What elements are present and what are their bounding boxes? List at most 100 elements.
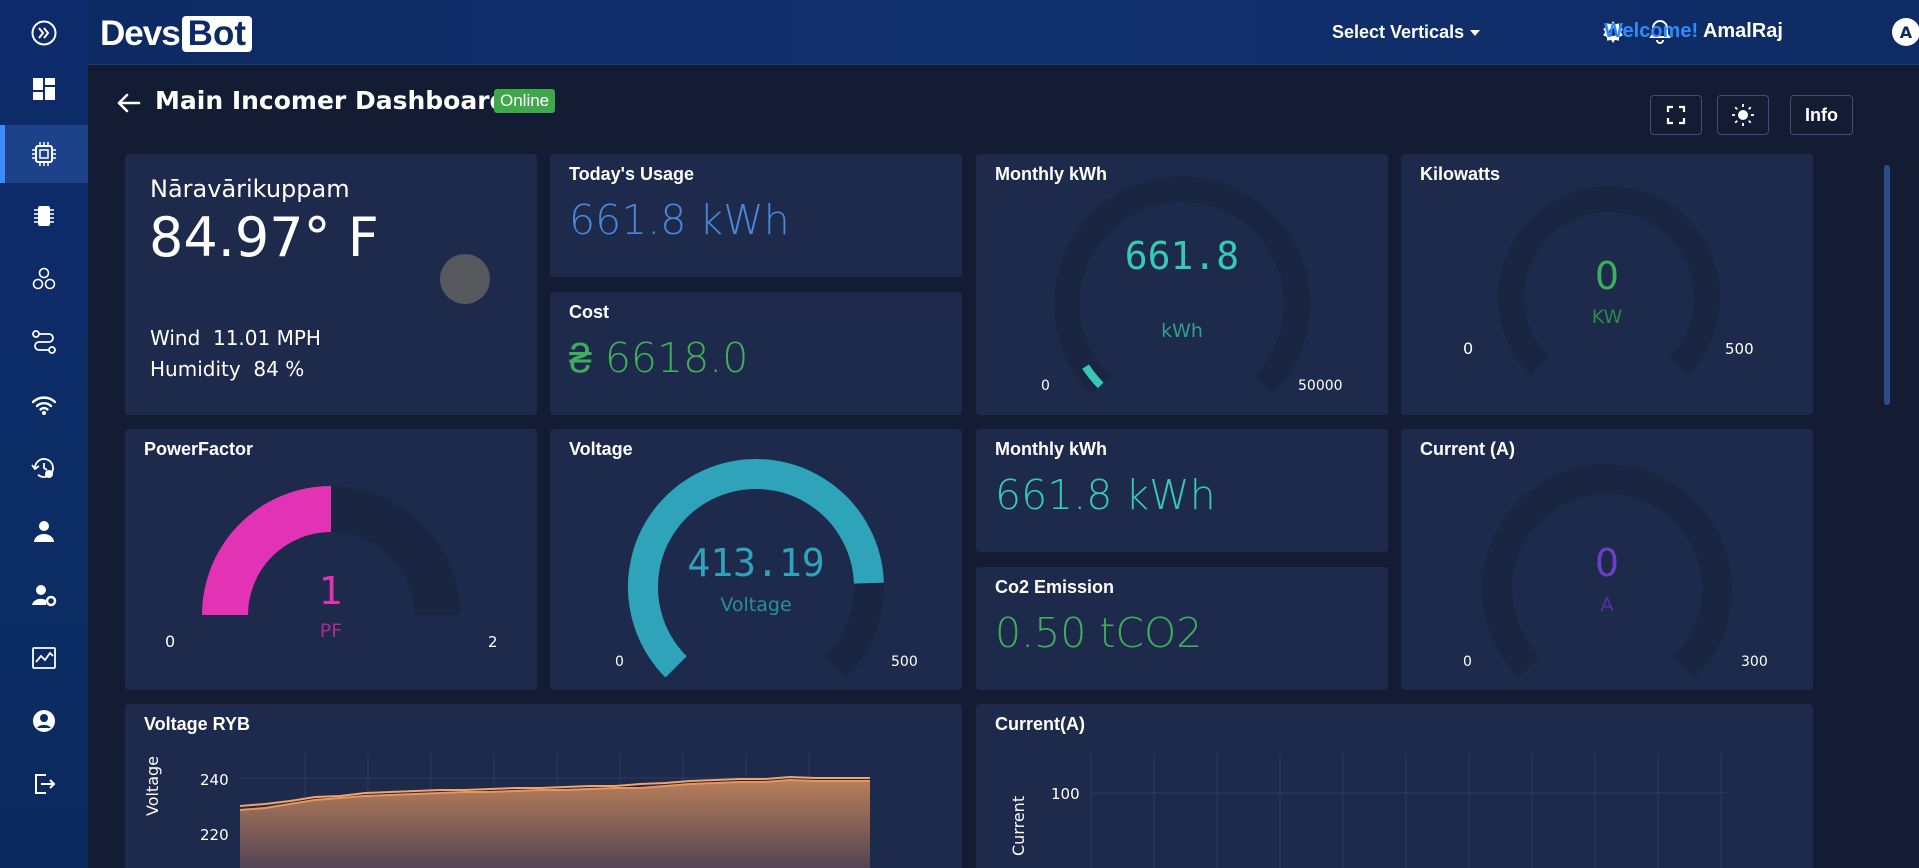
current-gauge-min: 0 [1463, 654, 1472, 670]
wifi-icon [31, 396, 57, 415]
monthly-gauge-max: 50000 [1298, 378, 1343, 394]
sidebar-item-history[interactable] [0, 443, 88, 493]
monthly-gauge-track [1054, 176, 1310, 395]
cost-card: Cost ₴ 6618.0 [550, 292, 962, 415]
wind-label: Wind [150, 326, 201, 350]
dashboard-icon [33, 78, 55, 100]
page-title: Main Incomer Dashboard [155, 86, 508, 115]
welcome-user: Welcome! AmalRaj [1604, 20, 1783, 43]
current-chart-card: Current(A) Current 100 [976, 704, 1813, 868]
sidebar-item-connectivity[interactable] [0, 380, 88, 430]
current-chart-grid [1090, 754, 1726, 868]
memory-icon [34, 206, 54, 226]
fullscreen-button[interactable] [1650, 95, 1702, 135]
chip-icon [32, 142, 56, 166]
monthly-kwh-card: Monthly kWh 661.8 kWh [976, 429, 1388, 552]
monthly-kwh-gauge-card: Monthly kWh 661.8 kWh 0 50000 [976, 154, 1388, 415]
user-name: AmalRaj [1702, 20, 1783, 42]
logo-text-part1: Devs [100, 14, 181, 53]
powerfactor-gauge-unit: PF [319, 620, 343, 642]
caret-down-icon [1470, 30, 1481, 37]
co2-emission-card: Co2 Emission 0.50 tCO2 [976, 567, 1388, 690]
chart-line-icon [32, 647, 56, 669]
current-gauge-card: Current (A) 0 A 0 300 [1401, 429, 1813, 690]
weather-condition-icon [440, 254, 490, 304]
logout-icon [35, 774, 56, 794]
account-circle-icon [33, 710, 55, 732]
weather-temperature: 84.97° F [149, 206, 379, 269]
weather-card: Nāravārikuppam 84.97° F Wind 11.01 MPH H… [125, 154, 537, 415]
cost-value: ₴ 6618.0 [569, 334, 749, 382]
monthly-kwh-value: 661.8 kWh [995, 471, 1216, 519]
co2-title: Co2 Emission [995, 577, 1115, 597]
humidity-value: 84 % [253, 357, 305, 381]
sun-icon [1732, 104, 1754, 126]
fullscreen-icon [1666, 105, 1686, 125]
cost-title: Cost [569, 302, 609, 322]
sidebar-item-dashboard[interactable] [0, 64, 88, 114]
kilowatts-gauge-max: 500 [1725, 340, 1754, 358]
user-icon [34, 521, 54, 542]
double-chevron-right-icon [31, 20, 57, 46]
select-verticals-label: Select Verticals [1332, 22, 1465, 42]
monthly-gauge-unit: kWh [1161, 320, 1203, 342]
current-gauge-max: 300 [1741, 654, 1768, 670]
todays-usage-title: Today's Usage [569, 164, 694, 184]
kilowatts-gauge-value: 0 [1594, 254, 1620, 298]
powerfactor-gauge-card: PowerFactor 1 PF 0 2 [125, 429, 537, 690]
avatar[interactable]: A [1892, 18, 1919, 46]
sidebar-item-devices[interactable] [0, 125, 88, 183]
voltage-gauge-max: 500 [891, 654, 918, 670]
welcome-label: Welcome! [1604, 20, 1699, 42]
powerfactor-gauge-max: 2 [488, 633, 498, 651]
logo-text-part2: Bot [181, 16, 252, 52]
sidebar-item-analytics[interactable] [0, 633, 88, 683]
devsbot-logo[interactable]: Devs Bot [100, 14, 252, 54]
sidebar-item-groups[interactable] [0, 254, 88, 304]
user-gear-icon [32, 585, 57, 607]
voltage-ryb-plot [239, 754, 870, 868]
voltage-ryb-card: Voltage RYB Voltage 240 220 [125, 704, 962, 868]
co2-value: 0.50 tCO2 [995, 609, 1203, 657]
sidebar [0, 0, 88, 868]
monthly-gauge-min: 0 [1041, 378, 1050, 394]
monthly-gauge-value: 661.8 [1124, 234, 1240, 278]
select-verticals-dropdown[interactable]: Select Verticals [1332, 22, 1481, 43]
route-icon [32, 330, 56, 354]
current-gauge-unit: A [1600, 594, 1614, 616]
current-chart-plot [1090, 754, 1726, 868]
monthly-gauge [1054, 176, 1310, 395]
sidebar-item-user-settings[interactable] [0, 570, 88, 620]
sidebar-item-users[interactable] [0, 506, 88, 556]
back-arrow-icon[interactable] [113, 88, 143, 118]
wind-row: Wind 11.01 MPH [150, 326, 321, 350]
kilowatts-gauge-card: Kilowatts 0 KW 0 500 [1401, 154, 1813, 415]
expand-sidebar-button[interactable] [0, 8, 88, 58]
powerfactor-gauge-value: 1 [318, 569, 344, 613]
sidebar-item-logout[interactable] [0, 759, 88, 809]
kilowatts-gauge-min: 0 [1463, 339, 1474, 358]
status-badge: Online [494, 89, 556, 113]
powerfactor-gauge [202, 486, 460, 616]
voltage-gauge-unit: Voltage [720, 594, 792, 616]
weather-location: Nāravārikuppam [150, 175, 350, 203]
theme-toggle-button[interactable] [1717, 95, 1769, 135]
hexagons-icon [32, 267, 56, 290]
history-icon [31, 458, 54, 478]
current-gauge-value: 0 [1594, 541, 1620, 585]
powerfactor-gauge-min: 0 [165, 632, 176, 651]
page-scrollbar[interactable] [1884, 165, 1890, 405]
sidebar-item-routes[interactable] [0, 317, 88, 367]
voltage-gauge-value: 413.19 [687, 541, 825, 585]
todays-usage-value: 661.8 kWh [569, 196, 790, 244]
wind-value: 11.01 MPH [212, 326, 321, 350]
voltage-ryb-area [240, 780, 870, 868]
sidebar-item-profile[interactable] [0, 696, 88, 746]
sidebar-item-memory[interactable] [0, 191, 88, 241]
voltage-gauge-card: Voltage 413.19 Voltage 0 500 [550, 429, 962, 690]
monthly-kwh-title: Monthly kWh [995, 439, 1107, 459]
info-button[interactable]: Info [1790, 95, 1853, 135]
humidity-label: Humidity [150, 357, 241, 381]
humidity-row: Humidity 84 % [150, 357, 304, 381]
kilowatts-gauge-unit: KW [1591, 306, 1623, 328]
